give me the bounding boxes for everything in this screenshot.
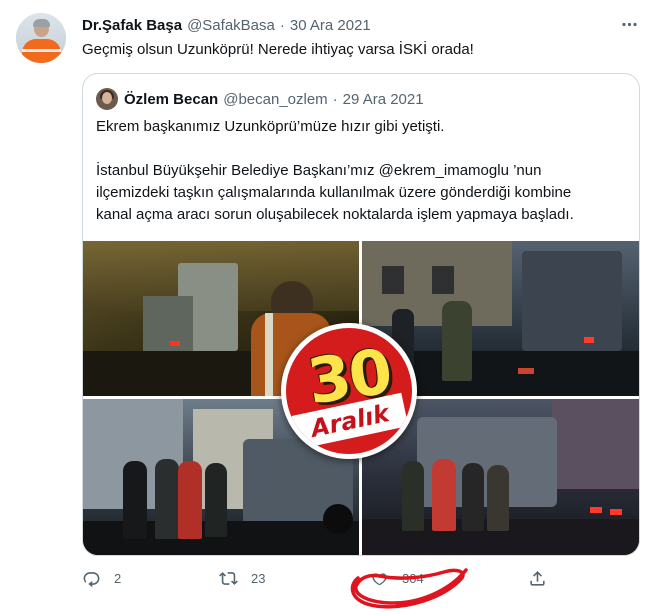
- quote-media-grid: 30 Aralık: [83, 241, 639, 555]
- photo-truck-wheel: [323, 504, 353, 534]
- quote-header: Özlem Becan @becan_ozlem · 29 Ara 2021: [96, 88, 424, 110]
- photo-taillight: [170, 341, 180, 346]
- red-scribble-annotation: [350, 568, 468, 609]
- retweet-button[interactable]: 23: [219, 567, 265, 589]
- quote-text: Ekrem başkanımız Uzunköprü’müze hızır gi…: [96, 116, 626, 226]
- photo-person: [178, 461, 202, 539]
- author-name[interactable]: Dr.Şafak Başa: [82, 17, 182, 34]
- reply-count: 2: [114, 570, 122, 586]
- photo-window: [432, 266, 454, 294]
- quote-text-line: kanal açma aracı sorun oluşabilecek nokt…: [96, 206, 574, 223]
- retweet-count: 23: [251, 570, 266, 586]
- photo-person: [402, 461, 424, 531]
- photo-vest-stripe: [265, 313, 273, 396]
- photo-person: [205, 463, 227, 537]
- photo-person: [432, 459, 456, 531]
- photo-truck-cab: [143, 296, 193, 351]
- reply-button[interactable]: 2: [82, 567, 121, 589]
- quoted-tweet[interactable]: Özlem Becan @becan_ozlem · 29 Ara 2021 E…: [82, 73, 640, 556]
- photo-person: [462, 463, 484, 531]
- photo-light-reflection: [518, 368, 534, 374]
- tweet-date[interactable]: 30 Ara 2021: [290, 17, 371, 34]
- tweet-header: Dr.Şafak Başa @SafakBasa · 30 Ara 2021: [82, 15, 371, 35]
- quote-text-line: ilçemizdeki taşkın çalışmalarında kullan…: [96, 184, 572, 201]
- tweet-actions: 2 23 304: [82, 567, 552, 589]
- photo-person: [123, 461, 147, 539]
- photo-taillight: [590, 507, 602, 513]
- photo-person: [155, 459, 179, 539]
- quote-header-separator: ·: [332, 90, 338, 108]
- quote-date[interactable]: 29 Ara 2021: [343, 91, 424, 108]
- photo-building: [552, 399, 639, 489]
- quote-author-handle[interactable]: @becan_ozlem: [223, 91, 327, 108]
- author-handle[interactable]: @SafakBasa: [187, 17, 275, 34]
- photo-taillight: [610, 509, 622, 515]
- reply-icon: [83, 571, 100, 587]
- scribble-stroke: [350, 568, 468, 609]
- photo-taillight: [584, 337, 594, 343]
- quote-text-line: Ekrem başkanımız Uzunköprü’müze hızır gi…: [96, 118, 445, 135]
- date-sticker-badge: 30 Aralık: [281, 323, 417, 459]
- photo-person: [442, 301, 472, 381]
- more-horizontal-icon[interactable]: [618, 14, 640, 34]
- quote-avatar-face: [102, 92, 112, 104]
- quote-author-name[interactable]: Özlem Becan: [124, 91, 218, 108]
- retweet-icon: [219, 571, 238, 585]
- share-icon: [530, 570, 545, 586]
- tweet[interactable]: Dr.Şafak Başa @SafakBasa · 30 Ara 2021 G…: [0, 0, 672, 614]
- photo-truck: [522, 251, 622, 351]
- more-horizontal-glyph: [621, 22, 637, 26]
- photo-window: [382, 266, 404, 294]
- avatar-hair: [33, 19, 50, 27]
- author-avatar[interactable]: [16, 13, 66, 63]
- header-separator: ·: [279, 16, 285, 34]
- share-button[interactable]: [528, 567, 560, 589]
- photo-person: [487, 465, 509, 531]
- quote-text-line: İstanbul Büyükşehir Belediye Başkanı’mız…: [96, 162, 542, 179]
- quote-author-avatar[interactable]: [96, 88, 118, 110]
- avatar-jacket-stripe: [22, 49, 61, 52]
- tweet-text: Geçmiş olsun Uzunköprü! Nerede ihtiyaç v…: [82, 41, 474, 58]
